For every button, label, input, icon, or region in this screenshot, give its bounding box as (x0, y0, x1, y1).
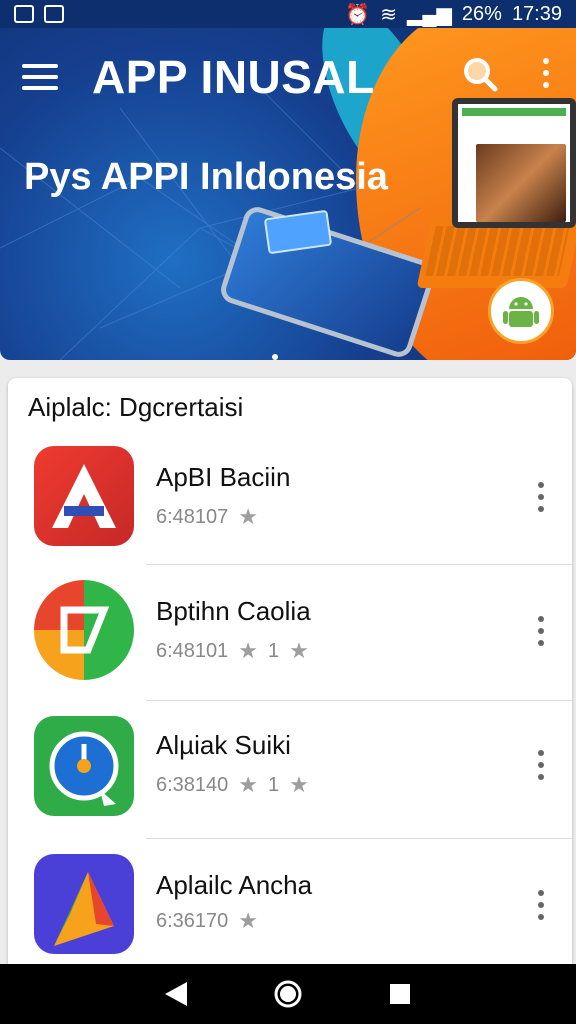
signal-icon: ▂▄▆ (406, 3, 452, 26)
status-left (14, 5, 64, 23)
divider (146, 838, 572, 839)
back-button[interactable] (156, 974, 196, 1014)
status-right: ⏰ ≋ ▂▄▆ 26% 17:39 (345, 2, 562, 27)
clock: 17:39 (511, 2, 562, 25)
star-icon: ★ (289, 772, 309, 797)
row-more-button[interactable] (534, 750, 548, 780)
search-icon (464, 58, 498, 92)
app-name: Bptihn Caolia (156, 596, 311, 626)
section-title: Aiplalc: Dgcrertaisi (28, 392, 244, 422)
battery-level: 26% (461, 2, 502, 25)
app-icon-triangle (34, 854, 134, 954)
list-item[interactable]: Bptihn Caolia 6:48101 ★ 1 ★ (8, 574, 572, 710)
app-name: Aplailc Ancha (156, 870, 313, 900)
app-meta: 6:38140 ★ 1 ★ (156, 772, 309, 798)
app-notification-icon (44, 5, 64, 23)
app-rating: 1 (268, 773, 280, 796)
list-item[interactable]: Aplailc Ancha 6:36170 ★ (8, 850, 572, 978)
app-meta: 6:48107 ★ (156, 504, 258, 530)
row-more-button[interactable] (534, 482, 548, 512)
app-size: 6:48107 (156, 505, 229, 528)
recents-square-icon (390, 984, 410, 1004)
app-size: 6:48101 (156, 639, 229, 662)
star-icon: ★ (238, 908, 259, 933)
hero-subtitle: Pys APPI Inldonesia (24, 156, 388, 198)
alarm-icon: ⏰ (345, 3, 371, 26)
home-circle-icon (274, 980, 302, 1008)
app-size: 6:36170 (156, 909, 229, 932)
app-list-card: Aiplalc: Dgcrertaisi ApBI Baciin 6:48107… (8, 378, 572, 978)
app-rating: 1 (268, 639, 280, 662)
status-bar: ⏰ ≋ ▂▄▆ 26% 17:39 (0, 0, 576, 28)
divider (146, 700, 572, 701)
app-icon-clock (34, 716, 134, 816)
search-button[interactable] (460, 54, 500, 94)
laptop-illustration (416, 98, 576, 298)
divider (146, 564, 572, 565)
photo-thumbnail (476, 144, 566, 222)
app-name: Alµiak Suiki (156, 730, 291, 760)
row-more-button[interactable] (534, 616, 548, 646)
hero-banner: APP INUSAL Pys APPI Inldonesia (0, 28, 576, 360)
star-icon: ★ (238, 772, 259, 797)
gallery-notification-icon (14, 5, 34, 23)
row-more-button[interactable] (534, 890, 548, 920)
app-meta: 6:48101 ★ 1 ★ (156, 638, 309, 664)
app-title: APP INUSAL (92, 51, 375, 103)
app-size: 6:38140 (156, 773, 229, 796)
menu-button[interactable] (22, 64, 58, 90)
carousel-indicator (272, 354, 278, 360)
system-nav-bar (0, 964, 576, 1024)
android-icon (488, 278, 554, 344)
star-icon: ★ (238, 638, 259, 663)
list-item[interactable]: Alµiak Suiki 6:38140 ★ 1 ★ (8, 712, 572, 848)
app-icon-red-a (34, 446, 134, 546)
back-triangle-icon (165, 982, 187, 1006)
app-name: ApBI Baciin (156, 462, 291, 492)
app-meta: 6:36170 ★ (156, 908, 258, 934)
recents-button[interactable] (380, 974, 420, 1014)
list-item[interactable]: ApBI Baciin 6:48107 ★ (8, 440, 572, 576)
star-icon: ★ (238, 504, 259, 529)
star-icon: ★ (289, 638, 309, 663)
home-button[interactable] (268, 974, 308, 1014)
wifi-icon: ≋ (380, 3, 397, 26)
overflow-menu-button[interactable] (536, 58, 556, 88)
app-icon-green-circle (34, 580, 134, 680)
